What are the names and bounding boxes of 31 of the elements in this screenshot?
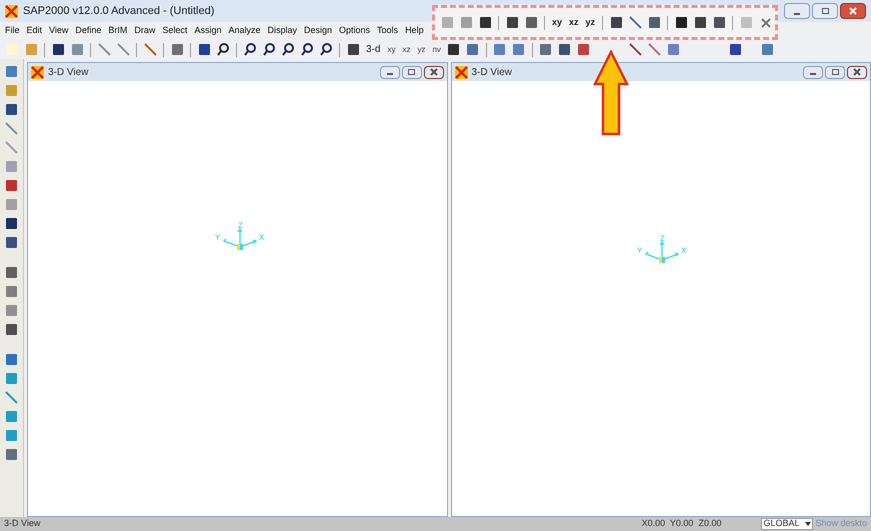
view-button[interactable]: xy (550, 16, 564, 30)
menu-item[interactable]: Options (339, 24, 370, 38)
axis-triad-drawing: Z Y X (634, 234, 690, 268)
view-button[interactable]: xz (400, 44, 412, 56)
menu-item[interactable]: Select (162, 24, 188, 38)
menu-item[interactable]: View (49, 24, 68, 38)
view-button[interactable]: xy (385, 44, 398, 56)
menu-item[interactable]: Analyze (228, 24, 260, 38)
menu-item[interactable]: Design (304, 24, 332, 38)
coordinate-system-select[interactable]: GLOBAL (761, 518, 814, 530)
view-title: 3-D View (48, 66, 88, 80)
view-button[interactable]: yz (584, 16, 598, 30)
menu-item[interactable]: Assign (194, 24, 222, 38)
menu-item[interactable]: Draw (134, 24, 156, 38)
view-button[interactable]: nv (430, 44, 443, 56)
view-button[interactable]: yz (415, 44, 428, 56)
view-title: 3-D View (472, 66, 512, 80)
coordinates: X0.00 Y0.00 Z0.00 (642, 517, 722, 530)
view-button[interactable]: xz (567, 16, 581, 30)
axis-triad-drawing: Z Y X (212, 221, 268, 255)
view-button[interactable]: 3-d (364, 42, 382, 57)
menu-item[interactable]: File (5, 24, 20, 38)
menu-item[interactable]: Display (267, 24, 297, 38)
taskbar-hint: Show deskto (815, 517, 867, 530)
status-view: 3-D View (4, 517, 40, 530)
menu-item[interactable]: BrIM (108, 24, 128, 38)
menu-item[interactable]: Edit (26, 24, 42, 38)
menu-item[interactable]: Tools (377, 24, 398, 38)
menu-item[interactable]: Help (405, 24, 424, 38)
window-title: SAP2000 v12.0.0 Advanced - (Untitled) (23, 4, 214, 19)
menu-item[interactable]: Define (75, 24, 102, 38)
